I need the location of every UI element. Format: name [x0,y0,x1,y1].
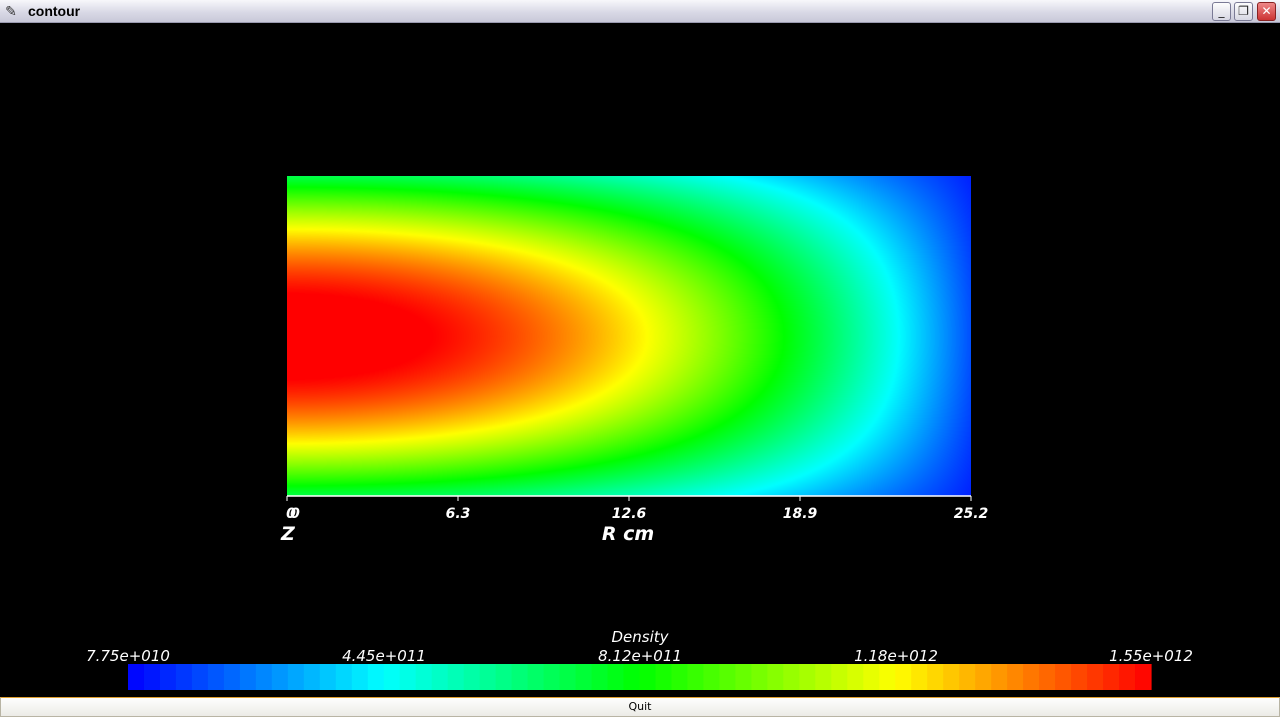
colorbar-cell [128,664,145,690]
x-axis-label: R cm [602,523,654,545]
colorbar-cell [159,664,177,690]
colorbar-cell [511,664,529,690]
title-bar: ✎ contour _ ❐ ✕ [0,0,1280,23]
colorbar-cell [831,664,848,690]
colorbar-cell [687,664,705,690]
colorbar-cell [1023,664,1040,690]
colorbar-cell [175,664,193,690]
colorbar-tick-label: 7.75e+010 [86,647,170,665]
quit-button[interactable]: Quit [0,697,1280,717]
colorbar-cell [639,664,657,690]
colorbar-cell [527,664,545,690]
close-button[interactable]: ✕ [1257,2,1276,21]
colorbar-cell [879,664,896,690]
colorbar-cell [1039,664,1056,690]
colorbar-cell [351,664,369,690]
colorbar-cell [319,664,337,690]
colorbar-cell [927,664,944,690]
colorbar-ticks: 7.75e+010 4.45e+011 8.12e+011 1.18e+012 1.55… [86,647,1193,665]
colorbar-title: Density [611,628,669,646]
colorbar-cell [591,664,609,690]
colorbar-tick-label: 4.45e+011 [342,647,426,665]
colorbar-cell [287,664,305,690]
colorbar-cell [1135,664,1152,690]
colorbar-cell [143,664,161,690]
x-tick-label: 25.2 [954,506,989,522]
colorbar-cell [991,664,1008,690]
colorbar-cell [799,664,816,690]
colorbar-tick-label: 8.12e+011 [598,647,682,665]
colorbar-cell [975,664,992,690]
maximize-button[interactable]: ❐ [1234,2,1253,21]
colorbar-cell [271,664,289,690]
colorbar-cell [1119,664,1136,690]
colorbar-cell [1103,664,1120,690]
colorbar-cell [367,664,385,690]
colorbar-cell [431,664,449,690]
colorbar-tick-label: 1.55e+012 [1109,647,1193,665]
colorbar-cell [207,664,225,690]
colorbar-cell [463,664,481,690]
colorbar-cell [559,664,577,690]
colorbar-cell [943,664,960,690]
z-tick-label: 0 [286,506,296,522]
colorbar-cell [383,664,401,690]
window-title: contour [28,3,81,19]
colorbar-cell [255,664,273,690]
colorbar-cell [223,664,241,690]
colorbar-cell [783,664,800,690]
density-heatmap [287,176,971,496]
minimize-button[interactable]: _ [1212,2,1231,21]
colorbar-cell [479,664,497,690]
x-tick-label: 18.9 [783,506,818,522]
colorbar-cell [911,664,928,690]
colorbar-cell [447,664,465,690]
plot-canvas: 0 6.3 12.6 18.9 25.20 Z R cm Density 7.75e+0… [86,176,1193,690]
feather-icon[interactable]: ✎ [4,3,18,19]
colorbar-cell [335,664,353,690]
x-axis-ticks: 0 6.3 12.6 18.9 25.20 [286,496,988,522]
colorbar-cell [399,664,417,690]
colorbar-cell [191,664,209,690]
colorbar-cell [543,664,561,690]
colorbar-cell [655,664,673,690]
colorbar-strip [128,664,1152,690]
colorbar-cell [1007,664,1024,690]
colorbar-cell [607,664,625,690]
colorbar-cell [751,664,768,690]
colorbar-tick-label: 1.18e+012 [854,647,938,665]
colorbar-cell [895,664,912,690]
x-tick-label: 6.3 [446,506,471,522]
colorbar-cell [415,664,433,690]
colorbar-cell [1087,664,1104,690]
colorbar-cell [575,664,593,690]
colorbar-cell [671,664,689,690]
colorbar-cell [847,664,864,690]
colorbar-cell [495,664,513,690]
colorbar-cell [863,664,880,690]
x-tick-label: 12.6 [612,506,647,522]
colorbar-cell [959,664,976,690]
colorbar-cell [303,664,321,690]
colorbar-cell [623,664,641,690]
colorbar-cell [767,664,784,690]
z-axis-label: Z [280,523,296,545]
colorbar-cell [1071,664,1088,690]
colorbar-cell [815,664,832,690]
colorbar-cell [239,664,257,690]
colorbar-cell [735,664,752,690]
colorbar-cell [703,664,721,690]
colorbar-cell [1055,664,1072,690]
colorbar-cell [719,664,737,690]
